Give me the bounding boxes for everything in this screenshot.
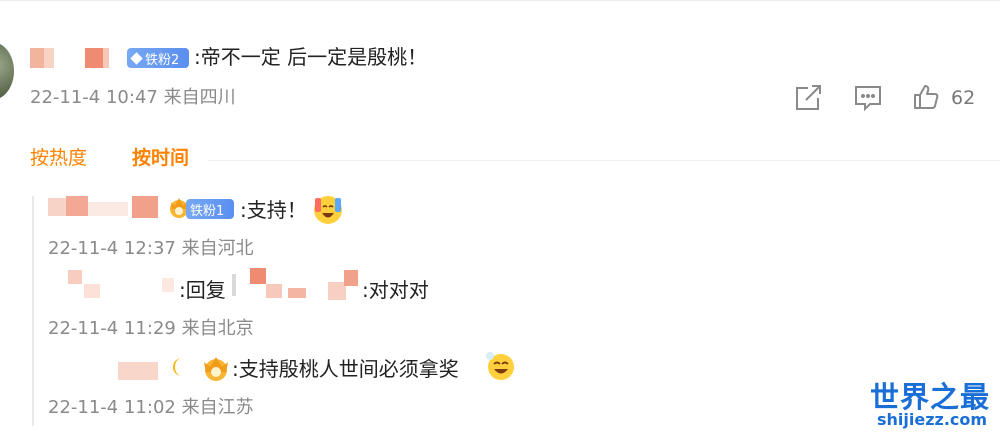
crown-badge-icon bbox=[200, 354, 232, 382]
reply-timestamp: 22-11-4 11:02 bbox=[48, 397, 176, 418]
watermark-domain: shijiezz.com bbox=[877, 410, 988, 429]
fan-badge-label: 铁粉1 bbox=[190, 203, 225, 219]
reply-location: 来自江苏 bbox=[181, 397, 254, 418]
moon-icon bbox=[173, 356, 189, 378]
redacted-username bbox=[68, 268, 180, 300]
top-divider bbox=[0, 0, 1000, 1]
diamond-icon bbox=[130, 51, 143, 65]
comment-text: :帝不一定 后一定是殷桃！ bbox=[194, 45, 428, 69]
laugh-emoji-icon bbox=[484, 350, 516, 382]
like-icon[interactable] bbox=[912, 83, 940, 111]
comment-timestamp: 22-11-4 10:47 bbox=[30, 87, 158, 108]
reply-timestamp: 22-11-4 11:29 bbox=[48, 318, 176, 339]
reply-text: :支持殷桃人世间必须拿奖 bbox=[232, 357, 459, 381]
reply-location: 来自河北 bbox=[181, 238, 254, 259]
divider bbox=[208, 160, 1000, 161]
reply-prefix: :回复 bbox=[179, 278, 226, 302]
reply-thread-bar bbox=[32, 196, 34, 426]
reply-meta: 22-11-4 11:02 来自江苏 bbox=[48, 397, 254, 419]
reply-meta: 22-11-4 11:29 来自北京 bbox=[48, 318, 254, 340]
reply-timestamp: 22-11-4 12:37 bbox=[48, 238, 176, 259]
fan-badge: 铁粉2 bbox=[127, 48, 189, 68]
redacted-username bbox=[232, 268, 362, 302]
reply-text: :对对对 bbox=[362, 278, 429, 302]
tab-sort-time[interactable]: 按时间 bbox=[132, 146, 189, 170]
fan-badge-label: 铁粉2 bbox=[145, 52, 180, 68]
comment-time: 22-11-4 10:47 来自四川 bbox=[30, 87, 236, 109]
avatar[interactable] bbox=[0, 42, 14, 100]
reply-text: :支持！ bbox=[240, 198, 307, 222]
tab-sort-hot[interactable]: 按热度 bbox=[30, 146, 87, 170]
reply-meta: 22-11-4 12:37 来自河北 bbox=[48, 238, 254, 260]
fan-badge: 铁粉1 bbox=[186, 199, 234, 219]
share-icon[interactable] bbox=[794, 84, 824, 112]
redacted-username bbox=[48, 196, 168, 218]
redacted-username bbox=[30, 48, 122, 68]
comment-location: 来自四川 bbox=[163, 87, 236, 108]
like-count: 62 bbox=[951, 87, 976, 109]
reply-location: 来自北京 bbox=[181, 318, 254, 339]
comment-icon[interactable] bbox=[853, 84, 883, 112]
cheer-emoji-icon bbox=[312, 194, 344, 226]
